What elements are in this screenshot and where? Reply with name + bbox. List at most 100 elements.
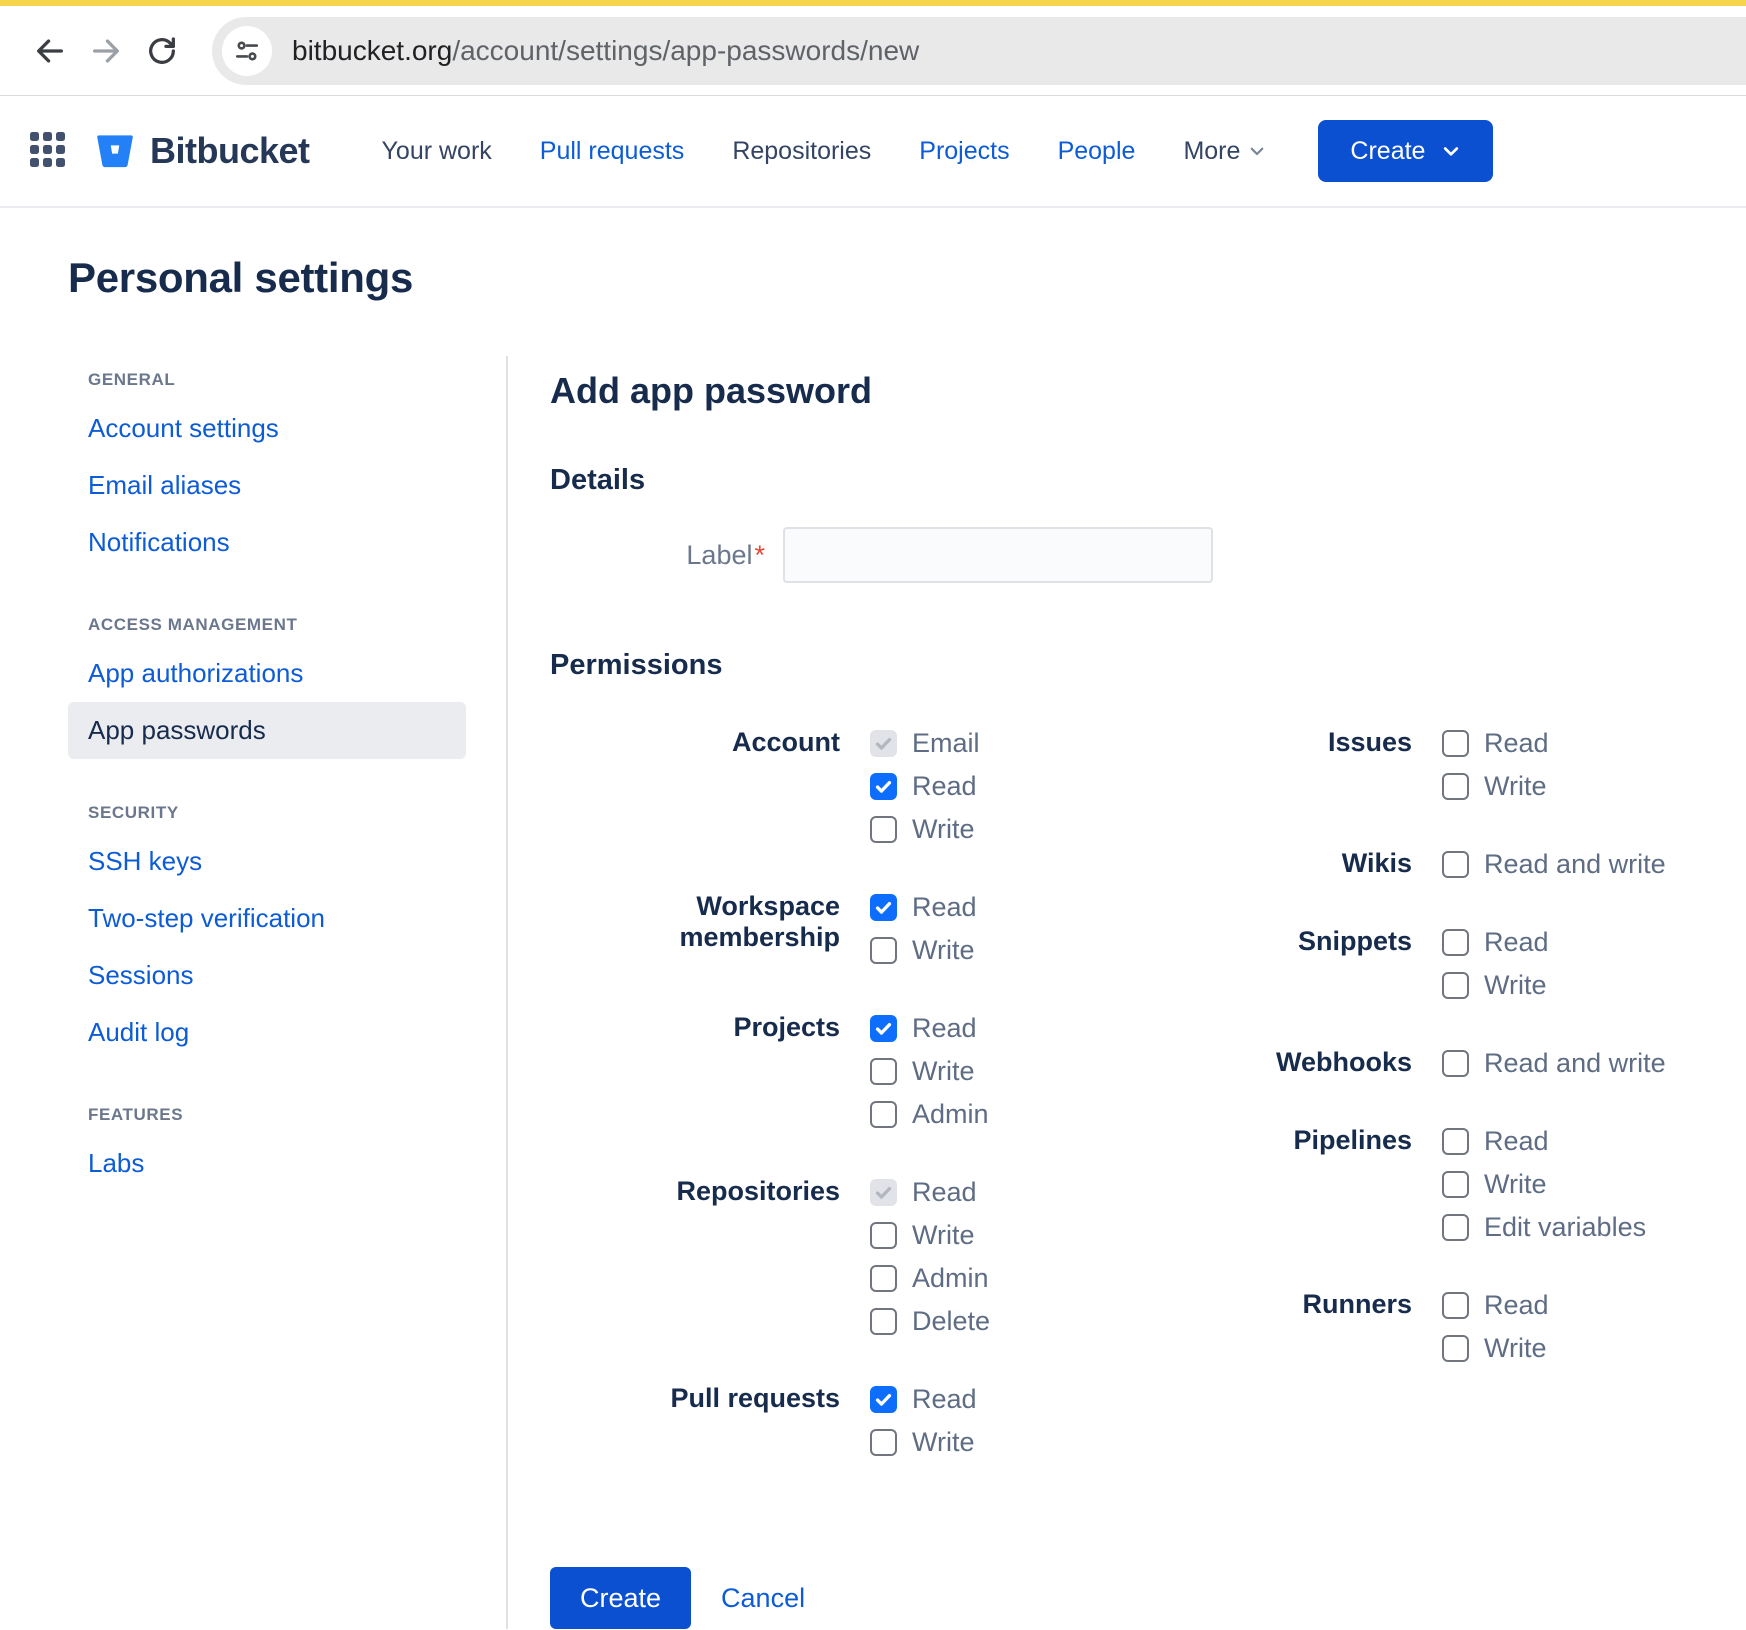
checkbox-label: Write [912,1056,975,1087]
projects-admin-checkbox[interactable] [870,1101,897,1128]
workspace-membership-read-checkbox[interactable] [870,894,897,921]
sidebar-item-sessions[interactable]: Sessions [88,947,506,1004]
perm-group-label: Issues [1197,726,1412,803]
perm-option-row: Admin [870,1261,990,1295]
forward-icon[interactable] [78,23,134,79]
bitbucket-logo[interactable]: Bitbucket [94,130,310,172]
site-settings-icon[interactable] [222,26,272,76]
perm-group-label: Webhooks [1197,1046,1412,1080]
perm-group-options: ReadWriteAdminDelete [870,1175,990,1338]
runners-write-checkbox[interactable] [1442,1335,1469,1362]
issues-write-checkbox[interactable] [1442,773,1469,800]
account-write-checkbox[interactable] [870,816,897,843]
perm-option-row: Read [870,769,980,803]
issues-read-checkbox[interactable] [1442,730,1469,757]
wikis-read-and-write-checkbox[interactable] [1442,851,1469,878]
required-asterisk: * [754,540,765,570]
permissions-columns: AccountEmailReadWriteWorkspace membershi… [550,726,1666,1503]
perm-group-runners: RunnersReadWrite [1197,1288,1666,1365]
pull-requests-write-checkbox[interactable] [870,1429,897,1456]
nav-create-button[interactable]: Create [1318,120,1493,182]
sidebar-item-ssh-keys[interactable]: SSH keys [88,833,506,890]
form-title: Add app password [550,370,1666,412]
snippets-read-checkbox[interactable] [1442,929,1469,956]
sidebar-section-header: GENERAL [88,370,506,390]
nav-item-projects[interactable]: Projects [919,137,1009,166]
perm-option-row: Read [870,890,977,924]
app-switcher-icon[interactable] [30,132,68,170]
perm-group-options: ReadWrite [1442,726,1549,803]
nav-item-more[interactable]: More [1183,137,1266,166]
perm-option-row: Write [870,933,977,967]
nav-item-people[interactable]: People [1058,137,1136,166]
checkbox-label: Read [1484,927,1549,958]
perm-group-label: Wikis [1197,847,1412,881]
perm-group-options: ReadWrite [870,1382,977,1459]
perm-group-label: Repositories [550,1175,840,1338]
perm-group-label: Projects [550,1011,840,1131]
chevron-down-icon [1441,141,1461,161]
sidebar-item-audit-log[interactable]: Audit log [88,1004,506,1061]
checkbox-label: Read [912,1177,977,1208]
sidebar-item-account-settings[interactable]: Account settings [88,400,506,457]
perm-option-row: Read [870,1175,990,1209]
runners-read-checkbox[interactable] [1442,1292,1469,1319]
sidebar-item-notifications[interactable]: Notifications [88,514,506,571]
perm-group-options: ReadWrite [1442,1288,1549,1365]
webhooks-read-and-write-checkbox[interactable] [1442,1050,1469,1077]
address-bar[interactable]: bitbucket.org/account/settings/app-passw… [212,17,1746,85]
repositories-delete-checkbox[interactable] [870,1308,897,1335]
back-icon[interactable] [22,23,78,79]
pipelines-read-checkbox[interactable] [1442,1128,1469,1155]
cancel-link[interactable]: Cancel [721,1583,805,1614]
repositories-write-checkbox[interactable] [870,1222,897,1249]
pull-requests-read-checkbox[interactable] [870,1386,897,1413]
nav-item-label: Pull requests [540,137,685,166]
perm-option-row: Write [1442,1167,1646,1201]
perm-option-row: Read [1442,1124,1646,1158]
details-heading: Details [550,464,1666,497]
label-field-row: Label* [550,527,1666,583]
projects-read-checkbox[interactable] [870,1015,897,1042]
perm-group-snippets: SnippetsReadWrite [1197,925,1666,1002]
nav-item-label: Your work [382,137,492,166]
repositories-admin-checkbox[interactable] [870,1265,897,1292]
nav-item-repositories[interactable]: Repositories [732,137,871,166]
checkmark-icon [874,1390,893,1409]
perm-group-workspace-membership: Workspace membershipReadWrite [550,890,1197,967]
create-button[interactable]: Create [550,1567,691,1629]
workspace-membership-write-checkbox[interactable] [870,937,897,964]
checkmark-icon [874,898,893,917]
perm-option-row: Write [1442,769,1549,803]
perm-group-wikis: WikisRead and write [1197,847,1666,881]
projects-write-checkbox[interactable] [870,1058,897,1085]
label-text: Label [686,540,752,570]
nav-item-your-work[interactable]: Your work [382,137,492,166]
checkmark-icon [874,1183,893,1202]
nav-item-pull-requests[interactable]: Pull requests [540,137,685,166]
sidebar-item-two-step-verification[interactable]: Two-step verification [88,890,506,947]
snippets-write-checkbox[interactable] [1442,972,1469,999]
checkbox-label: Read [912,1013,977,1044]
checkbox-label: Read [912,892,977,923]
checkbox-label: Read [912,1384,977,1415]
pipelines-edit-variables-checkbox[interactable] [1442,1214,1469,1241]
nav-item-label: Repositories [732,137,871,166]
chevron-down-icon [1248,142,1266,160]
label-input[interactable] [783,527,1213,583]
pipelines-write-checkbox[interactable] [1442,1171,1469,1198]
perm-option-row: Read [870,1011,989,1045]
perm-option-row: Read [1442,1288,1549,1322]
main-panel: Add app password Details Label* Permissi… [508,356,1666,1629]
sidebar-item-app-authorizations[interactable]: App authorizations [88,645,506,702]
account-read-checkbox[interactable] [870,773,897,800]
sidebar-item-email-aliases[interactable]: Email aliases [88,457,506,514]
sidebar-section: SECURITYSSH keysTwo-step verificationSes… [88,803,506,1061]
perm-option-row: Read [1442,925,1549,959]
sidebar-item-app-passwords[interactable]: App passwords [68,702,466,759]
sidebar-item-labs[interactable]: Labs [88,1135,506,1192]
checkbox-label: Write [1484,1169,1547,1200]
reload-icon[interactable] [134,23,190,79]
perm-group-issues: Issues ReadWrite [1197,726,1666,803]
perm-group-repositories: RepositoriesReadWriteAdminDelete [550,1175,1197,1338]
